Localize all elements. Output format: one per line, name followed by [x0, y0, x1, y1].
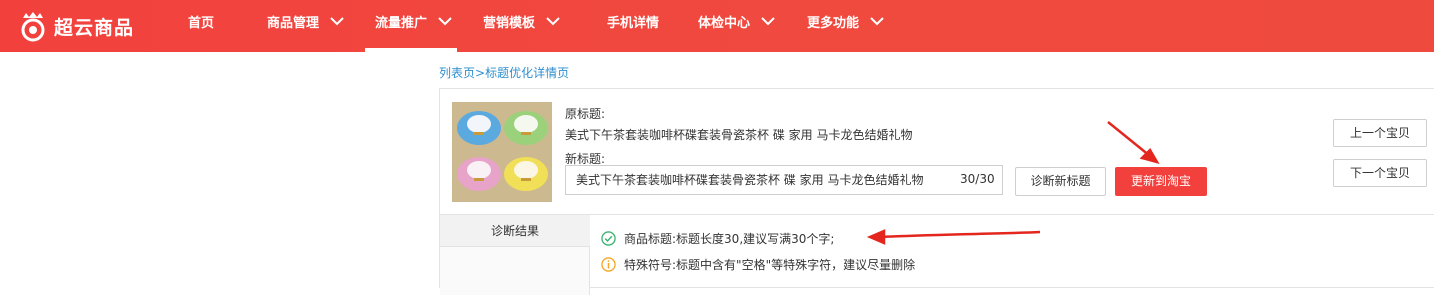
nav-item-label: 更多功能 — [807, 16, 860, 31]
teacup-image — [452, 102, 552, 202]
nav-item-label: 营销模板 — [483, 16, 536, 31]
nav-item-traffic-promotion[interactable]: 流量推广 — [365, 0, 457, 52]
nav-item-label: 首页 — [188, 16, 215, 31]
nav-item-home[interactable]: 首页 — [188, 0, 214, 52]
nav-item-label: 体检中心 — [698, 16, 751, 31]
original-title-label: 原标题: — [565, 107, 606, 121]
nav-item-label: 流量推广 — [375, 16, 428, 31]
new-title-value: 美式下午茶套装咖啡杯碟套装骨瓷茶杯 碟 家用 马卡龙色结婚礼物 — [576, 173, 924, 187]
nav-item-health-check[interactable]: 体检中心 — [698, 0, 776, 52]
previous-item-button[interactable]: 上一个宝贝 — [1333, 119, 1427, 147]
nav-item-product-management[interactable]: 商品管理 — [267, 0, 345, 52]
chevron-down-icon — [329, 16, 344, 25]
original-title-text: 美式下午茶套装咖啡杯碟套装骨瓷茶杯 碟 家用 马卡龙色结婚礼物 — [565, 128, 913, 142]
title-optimization-panel: 原标题: 美式下午茶套装咖啡杯碟套装骨瓷茶杯 碟 家用 马卡龙色结婚礼物 新标题… — [439, 88, 1434, 295]
nav-item-more-features[interactable]: 更多功能 — [807, 0, 885, 52]
chevron-down-icon — [437, 16, 452, 25]
breadcrumb-list-page[interactable]: 列表页 — [439, 66, 475, 80]
breadcrumb-current[interactable]: 标题优化详情页 — [485, 66, 569, 80]
brand-name: 超云商品 — [54, 16, 135, 39]
new-title-input[interactable]: 美式下午茶套装咖啡杯碟套装骨瓷茶杯 碟 家用 马卡龙色结婚礼物 — [565, 165, 1003, 195]
diagnosis-result-item: 商品标题:标题长度30,建议写满30个字; — [601, 228, 834, 248]
breadcrumb: 列表页>标题优化详情页 — [439, 64, 569, 81]
logo[interactable]: 超云商品 — [16, 6, 134, 46]
nav-item-marketing-templates[interactable]: 营销模板 — [483, 0, 561, 52]
diagnosis-result-item: 特殊符号:标题中含有"空格"等特殊字符，建议尽量删除 — [601, 254, 915, 274]
check-circle-icon — [601, 230, 616, 246]
logo-icon — [21, 12, 45, 42]
diagnosis-header: 诊断结果 — [440, 215, 590, 247]
info-circle-icon — [601, 256, 616, 272]
char-count: 30/30 — [960, 172, 995, 186]
next-item-button[interactable]: 下一个宝贝 — [1333, 159, 1427, 187]
diagnosis-result-text: 特殊符号:标题中含有"空格"等特殊字符，建议尽量删除 — [624, 257, 916, 272]
nav-item-label: 手机详情 — [607, 16, 660, 31]
nav-item-mobile-details[interactable]: 手机详情 — [607, 0, 659, 52]
chevron-down-icon — [760, 16, 775, 25]
breadcrumb-separator: > — [475, 66, 486, 80]
diagnosis-result-text: 商品标题:标题长度30,建议写满30个字; — [624, 231, 835, 246]
chevron-down-icon — [869, 16, 884, 25]
nav-item-label: 商品管理 — [267, 16, 320, 31]
top-navbar: 超云商品 首页 商品管理 流量推广 营销模板 手机详情 体检中心 更多功能 — [0, 0, 1434, 52]
chevron-down-icon — [545, 16, 560, 25]
product-thumbnail[interactable] — [452, 102, 552, 202]
diagnose-title-button[interactable]: 诊断新标题 — [1015, 167, 1106, 196]
update-to-taobao-button[interactable]: 更新到淘宝 — [1115, 167, 1207, 196]
